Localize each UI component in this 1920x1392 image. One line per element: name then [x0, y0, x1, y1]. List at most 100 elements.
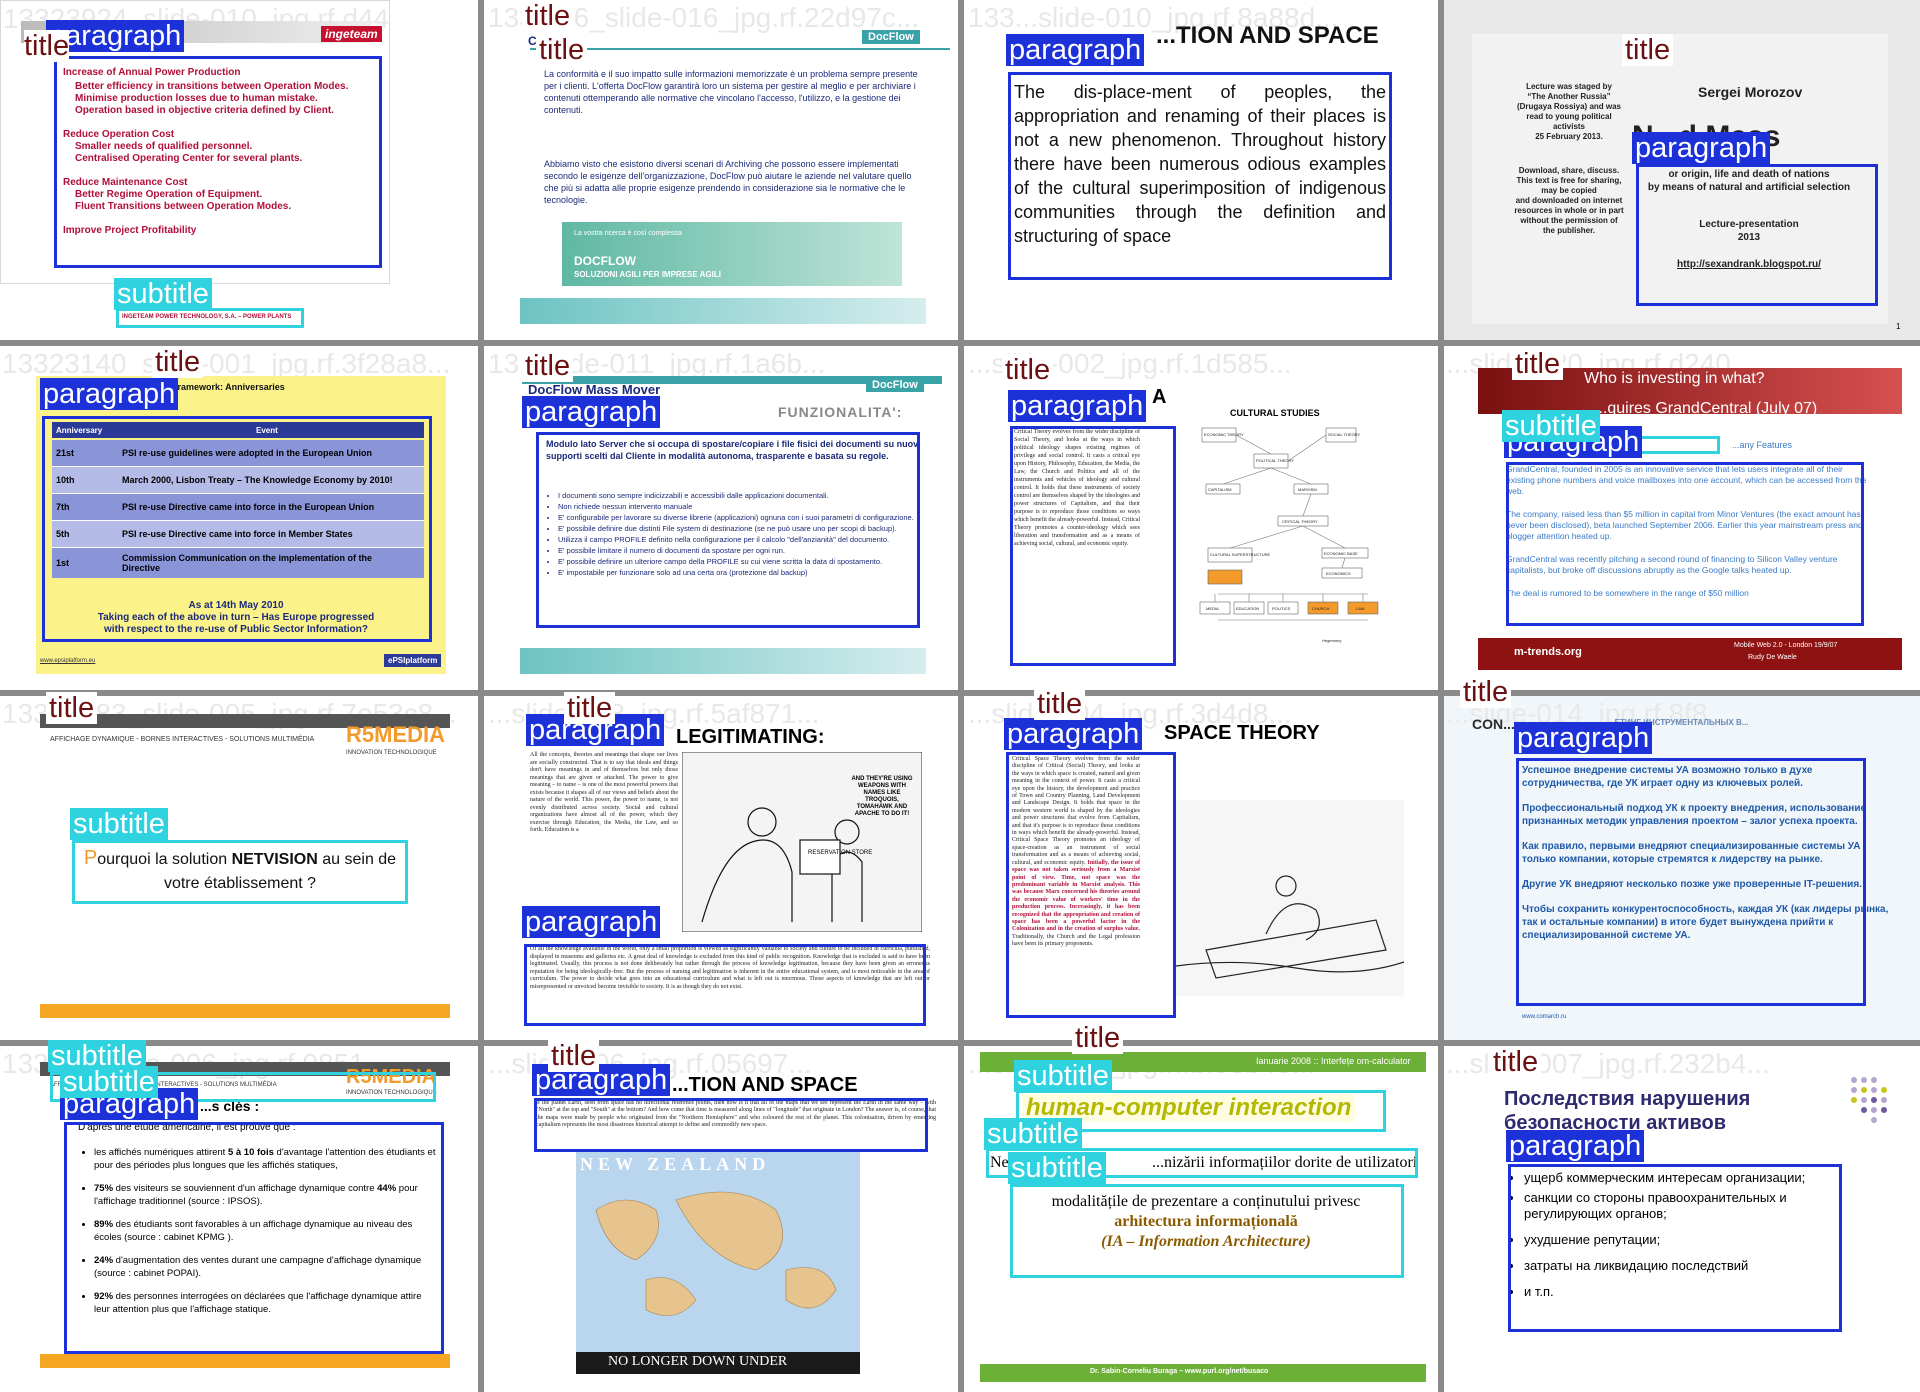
- slide-heading: CON...: [1472, 716, 1515, 732]
- author: Sergei Morozov: [1698, 84, 1803, 100]
- slide-heading: ...TION AND SPACE: [672, 1074, 858, 1096]
- slide-heading: SPACE THEORY: [1164, 722, 1320, 744]
- paragraph-label: paragraph: [1006, 34, 1145, 66]
- store-sign: RESERVATION STORE: [808, 850, 872, 856]
- diagram-title: CULTURAL STUDIES: [1230, 408, 1320, 418]
- slide-heading: A: [1152, 386, 1167, 408]
- grid-separator: [478, 0, 484, 1392]
- cartoon-image: [1176, 800, 1404, 996]
- title-label: title: [1034, 688, 1086, 720]
- paragraph-box: [524, 944, 926, 1026]
- credit-line: 25 February 2013.: [1535, 132, 1603, 141]
- title-label: title: [522, 0, 574, 32]
- node-label: MEDIA: [1206, 606, 1219, 611]
- credit-line: resources in whole or in part: [1514, 206, 1624, 215]
- subtitle-box: [1010, 1184, 1404, 1278]
- title-label: title: [24, 30, 70, 62]
- title-label: title: [564, 692, 616, 724]
- title-label: title: [1460, 676, 1512, 708]
- paragraph-box: [1516, 758, 1866, 1006]
- banner-caption: La vostra ricerca è così complessa: [574, 230, 682, 237]
- title-label: title: [1002, 354, 1054, 386]
- slide-heading: ...TION AND SPACE: [1156, 22, 1379, 49]
- logo: DocFlow: [866, 378, 924, 392]
- diagram-node: [1207, 569, 1243, 585]
- node-label: POLITICS: [1272, 606, 1291, 611]
- subtitle-box: [72, 840, 408, 904]
- file-name: ...slide-000_jpg.rf.f740...: [1446, 2, 1747, 33]
- credit-line: may be copied: [1541, 186, 1597, 195]
- map-shapes: [595, 1191, 837, 1316]
- credit-line: activists: [1552, 122, 1586, 131]
- node-label: CULTURAL SUPERSTRUCTURE: [1210, 552, 1271, 557]
- paragraph-box: [1008, 72, 1392, 280]
- paragraph-box: [1636, 164, 1878, 306]
- subtitle-box: [116, 308, 304, 328]
- slide-heading: Последствия нарушения: [1504, 1088, 1751, 1110]
- footer-url[interactable]: www.comarch.ru: [1522, 1014, 1566, 1020]
- footer-author: Rudy De Waele: [1748, 654, 1797, 661]
- credit-line: Download, share, discuss.: [1518, 166, 1620, 175]
- paragraph-label: paragraph: [522, 396, 661, 428]
- grid-separator: [0, 340, 1920, 346]
- footer-bar: [520, 298, 926, 324]
- node-label: MARXISM: [1298, 487, 1317, 492]
- footer-bar: [40, 1004, 450, 1018]
- node-label: EDUCATION: [1236, 606, 1259, 611]
- subtitle-label: subtitle: [70, 808, 168, 840]
- title-label: title: [548, 1040, 600, 1072]
- dot-grid-logo: [1851, 1077, 1887, 1123]
- grid-separator: [958, 0, 964, 1392]
- paragraph-label: paragraph: [1514, 722, 1653, 754]
- node-label: SOCIAL THEORY: [1328, 432, 1360, 437]
- credit-line: read to young political: [1526, 112, 1612, 121]
- title-label: title: [1512, 348, 1564, 380]
- slide-heading: DocFlow Mass Mover: [528, 382, 661, 397]
- title-label: title: [522, 350, 574, 382]
- paragraph-2: Abbiamo visto che esistono diversi scena…: [544, 159, 912, 205]
- subtitle-label: subtitle: [984, 1118, 1082, 1150]
- credit-line: Lecture was staged by: [1526, 82, 1612, 91]
- node-label: CHURCH: [1312, 606, 1329, 611]
- paragraph-label: paragraph: [1506, 1130, 1645, 1162]
- footer-url[interactable]: www.epsiplatform.eu: [40, 658, 95, 664]
- slide-heading-2: ...quires GrandCentral (July 07): [1594, 400, 1818, 417]
- paragraph-box: [1006, 752, 1176, 1018]
- paragraph-label: paragraph: [40, 378, 179, 410]
- page-number: 1: [1896, 322, 1901, 331]
- subtitle-label: subtitle: [1008, 1152, 1106, 1184]
- subtitle-label: subtitle: [114, 278, 212, 310]
- concept-diagram: ECONOMIC THEORY SOCIAL THEORY POLITICAL …: [1199, 427, 1379, 643]
- paragraph-box: [534, 1098, 928, 1152]
- slide-heading: Framework: Anniversaries: [172, 382, 285, 392]
- paragraph-box: [64, 1122, 444, 1354]
- paragraph-box: [1508, 1164, 1842, 1332]
- footer-event: Mobile Web 2.0 - London 19/9/07: [1734, 642, 1838, 649]
- node-label: ECONOMICS: [1326, 571, 1351, 576]
- credit-line: This text is free for sharing,: [1516, 176, 1622, 185]
- top-bar-text: Ianuarie 2008 :: Interfețe om-calculator: [1256, 1056, 1411, 1066]
- footer-text: Dr. Sabin-Corneliu Buraga – www.purl.org…: [1090, 1368, 1269, 1375]
- footer-brand: m-trends.org: [1514, 646, 1582, 658]
- node-label: Hegemony: [1322, 638, 1341, 643]
- footer-bar: [40, 1354, 450, 1368]
- slide-heading: LEGITIMATING:: [676, 726, 825, 748]
- map-title: NEW ZEALAND: [580, 1154, 771, 1174]
- cartoon-speech: AND THEY'RE USING WEAPONS WITH NAMES LIK…: [851, 776, 913, 817]
- title-label: title: [1072, 1022, 1124, 1054]
- node-label: CRITICAL THEORY: [1282, 519, 1318, 524]
- title-label: title: [46, 692, 98, 724]
- subtitle-label: subtitle: [1014, 1060, 1112, 1092]
- node-label: CAPITALISM: [1208, 487, 1232, 492]
- paragraph-label: paragraph: [1004, 718, 1143, 750]
- node-label: ECONOMIC BASE: [1324, 551, 1358, 556]
- paragraph-1: La conformità e il suo impatto sulle inf…: [544, 69, 918, 115]
- divider: [530, 48, 950, 50]
- credit-line: (Drugaya Rossiya) and was: [1516, 102, 1622, 111]
- banner-tagline: SOLUZIONI AGILI PER IMPRESE AGILI: [574, 270, 721, 279]
- brand-logo: ePSIplatform: [384, 654, 442, 667]
- paragraph-label: paragraph: [1008, 390, 1147, 422]
- paragraph-box: [536, 432, 920, 628]
- footer-bar: [520, 648, 926, 674]
- subtitle-label: subtitle: [1502, 410, 1600, 442]
